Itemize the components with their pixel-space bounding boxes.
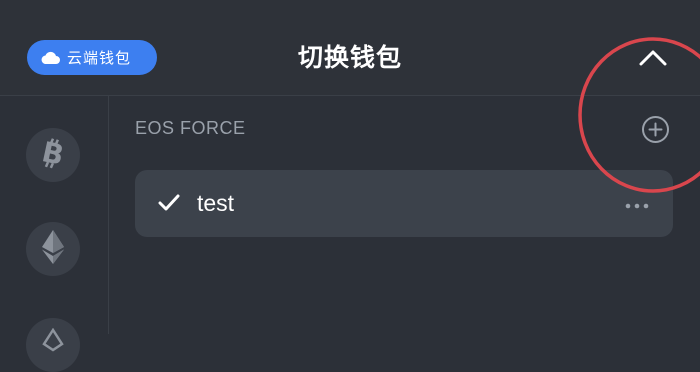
coin-icon [41,327,65,363]
third-coin-button[interactable] [26,318,80,372]
page-title: 切换钱包 [297,44,402,72]
coin-sidebar: B [0,96,109,372]
ethereum-coin-button[interactable] [26,222,80,276]
bitcoin-icon: B [38,135,68,175]
plus-circle-icon[interactable] [641,115,670,144]
ethereum-icon [41,229,65,270]
wallet-name: test [197,190,235,216]
chevron-up-icon[interactable] [636,44,670,72]
more-options-icon[interactable] [624,198,650,209]
bitcoin-coin-button[interactable]: B [26,128,80,182]
header: 云端钱包 切换钱包 [0,0,700,96]
wallet-list-item[interactable]: test [135,170,673,237]
chain-section-label: EOS FORCE [135,118,246,138]
check-icon [158,193,180,213]
